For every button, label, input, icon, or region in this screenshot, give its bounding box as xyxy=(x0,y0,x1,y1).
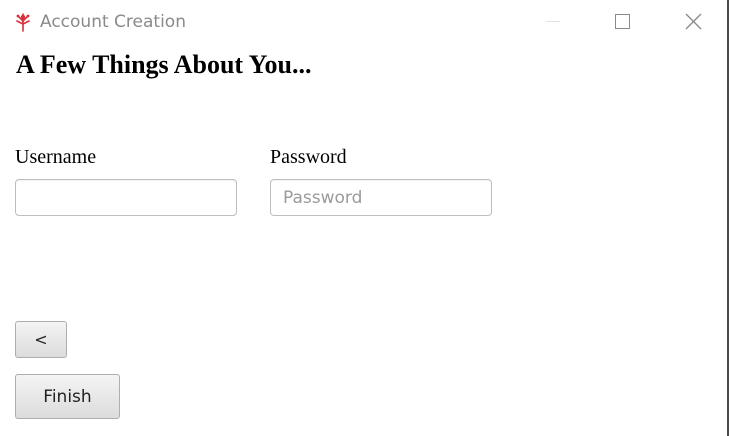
minimize-icon xyxy=(546,21,560,22)
close-button[interactable] xyxy=(670,6,716,38)
window-title: Account Creation xyxy=(40,12,186,32)
minimize-button[interactable] xyxy=(530,6,576,38)
password-label: Password xyxy=(270,146,347,168)
maximize-icon xyxy=(615,14,630,29)
username-input[interactable] xyxy=(15,179,237,216)
password-input[interactable] xyxy=(270,179,492,216)
finish-button[interactable]: Finish xyxy=(15,374,120,419)
back-button[interactable]: < xyxy=(15,321,67,358)
tree-logo-icon xyxy=(14,12,32,32)
page-title: A Few Things About You... xyxy=(16,50,312,79)
username-label: Username xyxy=(15,146,97,168)
maximize-button[interactable] xyxy=(598,6,644,38)
close-icon xyxy=(685,13,702,30)
